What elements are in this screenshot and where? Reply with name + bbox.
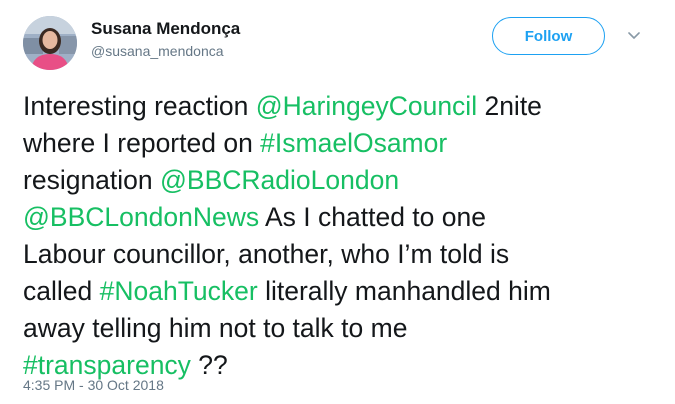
tweet-line: Labour councillor, another, who I’m told… — [23, 236, 663, 273]
hashtag-link[interactable]: #transparency — [23, 350, 191, 380]
tweet-text-segment: As I chatted to one — [259, 202, 486, 232]
tweet-text-segment: away telling him not to talk to me — [23, 313, 408, 343]
mention-link[interactable]: @HaringeyCouncil — [256, 91, 477, 121]
chevron-down-icon[interactable] — [626, 30, 642, 42]
hashtag-link[interactable]: #NoahTucker — [100, 276, 258, 306]
tweet-line: called #NoahTucker literally manhandled … — [23, 273, 663, 310]
tweet-text-segment: resignation — [23, 165, 161, 195]
follow-button[interactable]: Follow — [492, 17, 605, 55]
tweet-text-segment: where I reported on — [23, 128, 261, 158]
display-name[interactable]: Susana Mendonça — [91, 19, 240, 39]
mention-link[interactable]: @BBCLondonNews — [23, 202, 259, 232]
tweet-text: Interesting reaction @HaringeyCouncil 2n… — [23, 88, 663, 384]
avatar[interactable] — [23, 16, 77, 70]
tweet-text-segment: Labour councillor, another, who I’m told… — [23, 239, 510, 269]
tweet-line: where I reported on #IsmaelOsamor — [23, 125, 663, 162]
tweet-timestamp[interactable]: 4:35 PM - 30 Oct 2018 — [23, 377, 164, 393]
tweet-text-segment: ?? — [190, 350, 228, 380]
tweet-card: Susana Mendonça @susana_mendonca Follow … — [0, 0, 675, 404]
tweet-line: @BBCLondonNews As I chatted to one — [23, 199, 663, 236]
tweet-text-segment: literally manhandled him — [257, 276, 551, 306]
tweet-text-segment: called — [23, 276, 100, 306]
mention-link[interactable]: @BBCRadioLondon — [160, 165, 399, 195]
tweet-line: away telling him not to talk to me — [23, 310, 663, 347]
user-handle[interactable]: @susana_mendonca — [91, 43, 224, 59]
hashtag-link[interactable]: #IsmaelOsamor — [260, 128, 447, 158]
tweet-line: resignation @BBCRadioLondon — [23, 162, 663, 199]
tweet-line: Interesting reaction @HaringeyCouncil 2n… — [23, 88, 663, 125]
tweet-text-segment: Interesting reaction — [23, 91, 256, 121]
user-avatar-photo — [23, 16, 77, 70]
tweet-text-segment: 2nite — [477, 91, 542, 121]
